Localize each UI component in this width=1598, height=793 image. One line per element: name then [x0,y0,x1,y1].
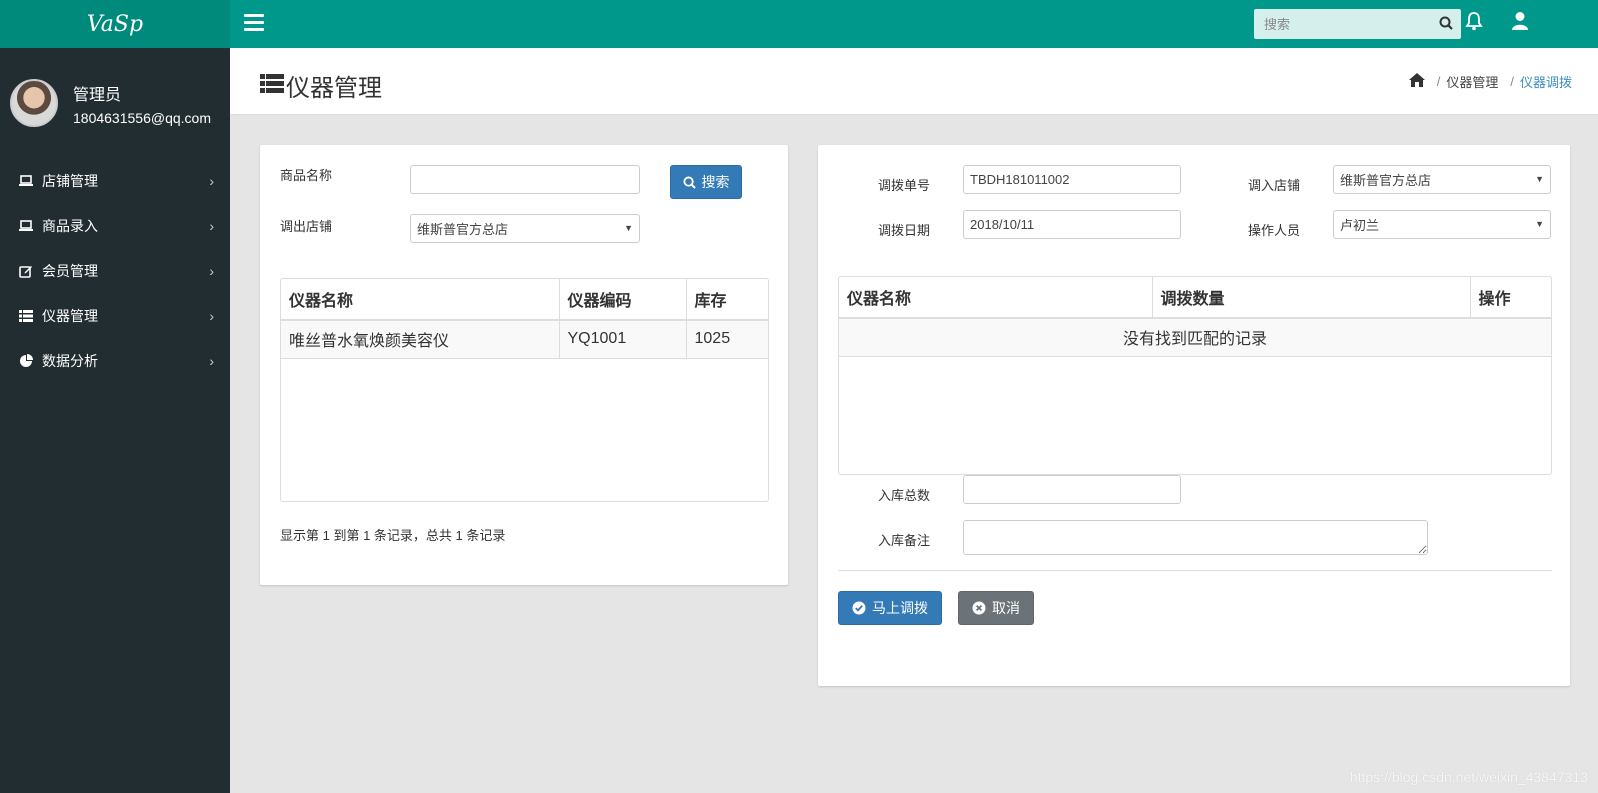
search-box [1254,9,1461,39]
in-store-value: 维斯普官方总店 [1340,173,1432,188]
instrument-table: 仪器名称 仪器编码 库存 唯丝普水氧焕颜美容仪 YQ1001 1025 [280,278,769,502]
cell-instrument-code: YQ1001 [559,320,687,359]
menu-toggle-icon[interactable] [244,14,264,32]
topbar [230,0,1598,48]
bell-icon[interactable] [1465,11,1487,35]
cell-instrument-name: 唯丝普水氧焕颜美容仪 [281,320,560,359]
out-store-label: 调出店铺 [280,219,333,234]
sidebar-item-instrument-management[interactable]: 仪器管理 › [0,293,230,338]
edit-icon [18,263,34,279]
close-circle-icon [972,601,986,615]
transfer-no-label: 调拨单号 [878,178,931,193]
breadcrumb-item-instrument-transfer: 仪器调拨 [1519,75,1572,90]
in-store-label: 调入店铺 [1248,178,1301,193]
sidebar-item-label: 仪器管理 [42,307,98,324]
column-header[interactable]: 库存 [686,279,768,321]
cancel-label: 取消 [992,600,1020,616]
column-header[interactable]: 仪器名称 [839,277,1153,319]
confirm-transfer-button[interactable]: 马上调拨 [838,591,942,625]
transfer-items-table: 仪器名称 调拨数量 操作 没有找到匹配的记录 [838,276,1552,475]
search-icon[interactable] [1439,16,1455,32]
sidebar-item-member-management[interactable]: 会员管理 › [0,248,230,293]
sidebar-item-label: 商品录入 [42,217,98,234]
content-header: 仪器管理 / 仪器管理 / 仪器调拨 [230,48,1598,115]
page-title: 仪器管理 [260,68,382,103]
out-store-value: 维斯普官方总店 [417,222,509,237]
instrument-search-panel: 商品名称 搜索 调出店铺 维斯普官方总店 ▼ 仪器名称 仪器编码 库存 唯丝普水… [260,145,788,585]
app-logo[interactable]: VaSp [0,0,230,48]
sidebar-item-label: 店铺管理 [42,172,98,189]
chevron-right-icon: › [209,307,214,324]
total-label: 入库总数 [878,488,931,503]
sidebar-item-product-entry[interactable]: 商品录入 › [0,203,230,248]
list-icon [18,308,34,324]
cancel-button[interactable]: 取消 [958,591,1034,625]
column-header[interactable]: 仪器编码 [559,279,687,321]
column-header[interactable]: 调拨数量 [1152,277,1471,319]
cell-stock: 1025 [686,320,768,359]
sidebar-item-label: 数据分析 [42,352,98,369]
list-icon [260,72,286,100]
breadcrumb-separator: / [1510,74,1514,89]
transfer-date-field[interactable]: 2018/10/11 [963,210,1181,239]
user-icon[interactable] [1512,11,1534,35]
laptop-icon [18,173,34,189]
form-divider [838,570,1552,571]
note-label: 入库备注 [878,533,931,548]
chevron-right-icon: › [209,262,214,279]
column-header[interactable]: 操作 [1470,277,1551,319]
sidebar-item-store-management[interactable]: 店铺管理 › [0,158,230,203]
search-icon [682,175,696,189]
operator-label: 操作人员 [1248,223,1301,238]
pie-chart-icon [18,353,34,369]
pagination-info: 显示第 1 到第 1 条记录，总共 1 条记录 [280,528,506,543]
laptop-icon [18,218,34,234]
column-header[interactable]: 仪器名称 [281,279,560,321]
caret-down-icon: ▼ [1535,174,1544,184]
avatar [10,79,58,127]
caret-down-icon: ▼ [624,223,633,233]
operator-select[interactable]: 卢初兰 ▼ [1333,210,1551,239]
sidebar-item-data-analysis[interactable]: 数据分析 › [0,338,230,383]
product-name-label: 商品名称 [280,168,333,183]
watermark: https://blog.csdn.net/weixin_43847313 [1349,769,1588,785]
transfer-no-field[interactable]: TBDH181011002 [963,165,1181,194]
search-button-label: 搜索 [701,174,730,190]
confirm-transfer-label: 马上调拨 [872,600,928,616]
user-panel: 管理员 1804631556@qq.com [0,48,230,158]
in-store-select[interactable]: 维斯普官方总店 ▼ [1333,165,1551,194]
out-store-select[interactable]: 维斯普官方总店 ▼ [410,214,640,243]
operator-value: 卢初兰 [1340,218,1380,233]
user-email: 1804631556@qq.com [73,109,211,126]
user-name: 管理员 [73,86,122,104]
note-textarea[interactable] [963,520,1428,555]
transfer-date-label: 调拨日期 [878,223,931,238]
empty-message: 没有找到匹配的记录 [839,318,1551,357]
home-icon[interactable] [1408,73,1425,90]
chevron-right-icon: › [209,217,214,234]
search-button[interactable]: 搜索 [670,165,742,199]
sidebar-item-label: 会员管理 [42,262,98,279]
page-title-text: 仪器管理 [286,75,382,102]
chevron-right-icon: › [209,352,214,369]
breadcrumb: / 仪器管理 / 仪器调拨 [1408,72,1572,91]
chevron-right-icon: › [209,172,214,189]
table-row: 没有找到匹配的记录 [839,318,1551,357]
total-field[interactable] [963,475,1181,504]
breadcrumb-item-instrument-management[interactable]: 仪器管理 [1446,72,1498,91]
breadcrumb-separator: / [1436,74,1441,89]
caret-down-icon: ▼ [1535,219,1544,229]
sidebar: VaSp 管理员 1804631556@qq.com 店铺管理 › 商品录入 ›… [0,0,230,793]
transfer-form-panel: 调拨单号 TBDH181011002 调入店铺 维斯普官方总店 ▼ 调拨日期 2… [818,145,1570,686]
product-name-input[interactable] [410,165,640,194]
check-circle-icon [852,601,866,615]
search-input[interactable] [1254,9,1424,39]
table-row[interactable]: 唯丝普水氧焕颜美容仪 YQ1001 1025 [281,320,768,359]
